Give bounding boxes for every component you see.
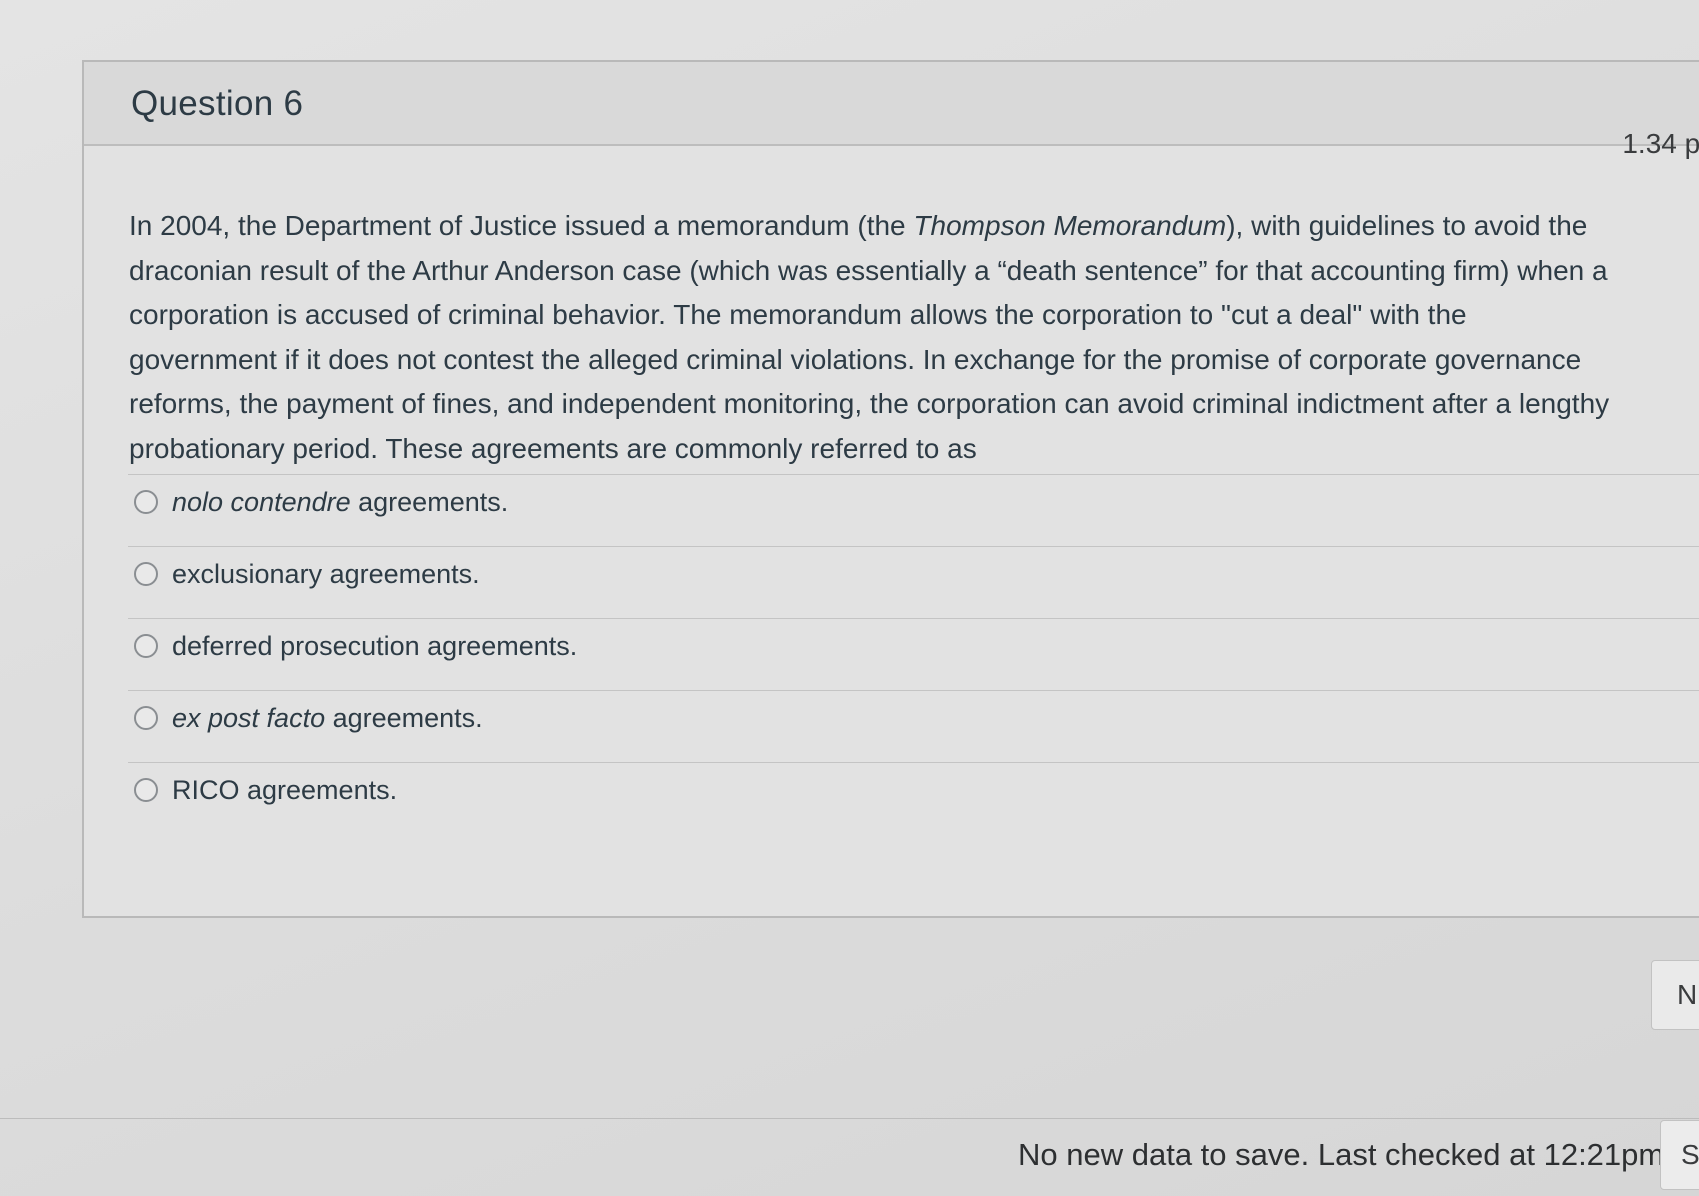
answer-label: nolo contendre agreements. [172,486,509,517]
question-points: 1.34 pts [1622,128,1699,159]
question-text-line: In 2004, the Department of Justice issue… [129,210,1588,241]
radio-button[interactable] [134,562,158,586]
answer-label: ex post facto agreements. [172,702,483,733]
question-text-line: reforms, the payment of fines, and indep… [129,388,1610,419]
answers-divider [128,474,1699,475]
question-header: Question 6 [84,62,1699,146]
radio-button[interactable] [134,778,158,802]
question-text-line: draconian result of the Arthur Anderson … [129,254,1608,286]
answer-label: deferred prosecution agreements. [172,630,578,661]
quiz-page: Question 6 1.34 pts In 2004, the Departm… [0,0,1699,1196]
answer-label: exclusionary agreements. [172,558,480,589]
thompson-memorandum-emphasis: Thompson Memorandum [913,210,1227,241]
answer-option-deferred-prosecution[interactable]: deferred prosecution agreements. [134,626,577,666]
question-title: Question 6 [131,84,304,123]
next-button[interactable]: N [1651,960,1699,1030]
submit-quiz-button[interactable]: S [1660,1120,1699,1190]
answer-divider [128,762,1699,763]
answer-label: RICO agreements. [172,774,398,805]
answer-option-ex-post-facto[interactable]: ex post facto agreements. [134,698,483,738]
question-card: Question 6 1.34 pts In 2004, the Departm… [82,60,1699,918]
answer-divider [128,618,1699,619]
answer-option-nolo-contendre[interactable]: nolo contendre agreements. [134,482,508,522]
footer-divider [0,1118,1699,1119]
answer-option-exclusionary[interactable]: exclusionary agreements. [134,554,480,594]
answer-divider [128,546,1699,547]
answer-option-rico[interactable]: RICO agreements. [134,770,397,810]
radio-button[interactable] [134,706,158,730]
question-text: In 2004, the Department of Justice issue… [129,204,1699,471]
radio-button[interactable] [134,490,158,514]
save-status-text: No new data to save. Last checked at 12:… [1018,1137,1665,1172]
question-text-line: corporation is accused of criminal behav… [129,299,1467,330]
answer-divider [128,690,1699,691]
radio-button[interactable] [134,634,158,658]
question-text-line: government if it does not contest the al… [129,343,1582,375]
question-text-line: probationary period. These agreements ar… [129,432,977,464]
